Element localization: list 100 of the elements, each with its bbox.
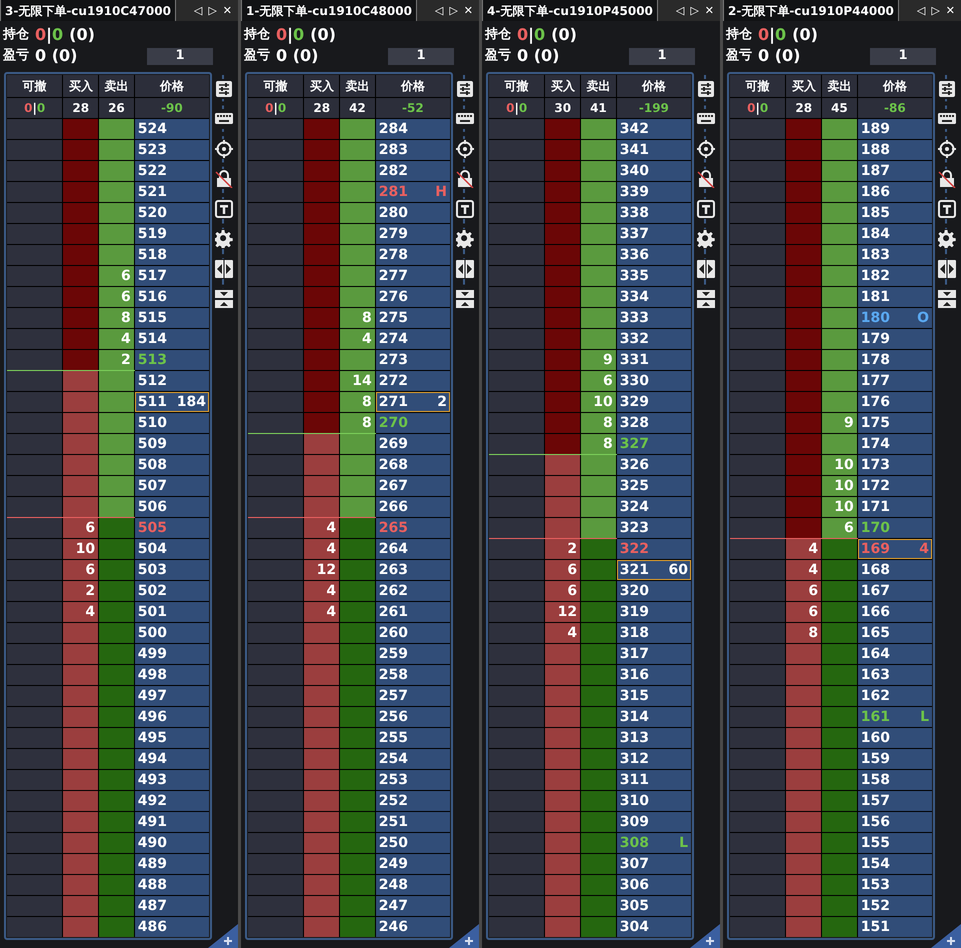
text-icon[interactable] — [456, 200, 474, 218]
price-cell[interactable]: 500 — [134, 623, 209, 643]
buy-cell[interactable] — [786, 791, 822, 811]
buy-cell[interactable]: 6 — [63, 560, 98, 580]
price-cell[interactable]: 338 — [616, 203, 691, 223]
cancel-cell[interactable] — [7, 287, 62, 307]
buy-cell[interactable] — [786, 413, 822, 433]
settings-icon[interactable] — [697, 230, 715, 248]
cancel-cell[interactable] — [489, 266, 544, 286]
price-cell[interactable]: 314 — [616, 707, 691, 727]
cancel-cell[interactable] — [730, 203, 786, 223]
cancel-cell[interactable] — [7, 497, 62, 517]
price-cell[interactable]: 151 — [858, 917, 932, 937]
cancel-cell[interactable] — [248, 308, 304, 328]
sell-cell[interactable] — [340, 161, 375, 181]
sell-cell[interactable] — [99, 434, 134, 454]
price-cell[interactable]: 518 — [134, 245, 209, 265]
price-cell[interactable]: 506 — [134, 497, 209, 517]
price-cell[interactable]: 318 — [616, 623, 691, 643]
price-cell[interactable]: 163 — [858, 665, 932, 685]
cancel-cell[interactable] — [248, 833, 304, 853]
cancel-cell[interactable] — [730, 371, 786, 391]
sell-cell[interactable] — [340, 686, 375, 706]
cancel-cell[interactable] — [489, 245, 544, 265]
price-cell[interactable]: 179 — [858, 329, 932, 349]
buy-cell[interactable] — [786, 896, 822, 916]
price-cell[interactable]: 261 — [376, 602, 450, 622]
cancel-cell[interactable] — [489, 770, 544, 790]
sell-cell[interactable] — [581, 833, 616, 853]
price-cell[interactable]: 498 — [134, 665, 209, 685]
sell-cell[interactable] — [340, 224, 375, 244]
buy-cell[interactable] — [786, 497, 822, 517]
price-cell[interactable]: 336 — [616, 245, 691, 265]
sell-cell[interactable] — [822, 749, 857, 769]
sell-cell[interactable] — [581, 560, 616, 580]
cancel-cell[interactable] — [7, 182, 62, 202]
column-header[interactable]: 价格 — [858, 75, 932, 97]
previous-button[interactable]: ◁ — [434, 5, 444, 16]
buy-cell[interactable] — [63, 413, 98, 433]
cancel-cell[interactable] — [248, 875, 304, 895]
cancel-cell[interactable] — [489, 791, 544, 811]
sell-cell[interactable] — [99, 896, 134, 916]
cancel-cell[interactable] — [7, 581, 62, 601]
quantity-field[interactable]: 1 — [147, 48, 213, 64]
buy-cell[interactable]: 6 — [786, 581, 822, 601]
buy-cell[interactable] — [304, 686, 340, 706]
buy-cell[interactable] — [304, 749, 340, 769]
sell-cell[interactable] — [822, 833, 857, 853]
buy-cell[interactable]: 4 — [786, 539, 822, 559]
sell-cell[interactable] — [581, 623, 616, 643]
buy-cell[interactable] — [63, 182, 98, 202]
buy-cell[interactable] — [63, 161, 98, 181]
sell-cell[interactable] — [340, 644, 375, 664]
cancel-cell[interactable] — [730, 119, 786, 139]
cancel-cell[interactable] — [7, 854, 62, 874]
buy-cell[interactable] — [545, 266, 580, 286]
cancel-cell[interactable] — [489, 833, 544, 853]
add-corner-button[interactable] — [208, 924, 238, 948]
buy-cell[interactable]: 12 — [545, 602, 580, 622]
cancel-cell[interactable] — [248, 413, 304, 433]
buy-cell[interactable] — [304, 644, 340, 664]
crossed-lock-icon[interactable] — [215, 170, 233, 188]
crosshair-icon[interactable] — [697, 140, 715, 158]
buy-cell[interactable] — [545, 644, 580, 664]
previous-button[interactable]: ◁ — [194, 5, 202, 16]
column-header[interactable]: 卖出 — [581, 75, 616, 97]
buy-cell[interactable] — [63, 308, 98, 328]
cancel-cell[interactable] — [248, 455, 304, 475]
price-cell[interactable]: 183 — [858, 245, 932, 265]
buy-cell[interactable] — [304, 770, 340, 790]
sell-cell[interactable] — [822, 791, 857, 811]
buy-cell[interactable] — [545, 854, 580, 874]
buy-cell[interactable] — [304, 161, 340, 181]
sell-cell[interactable] — [340, 791, 375, 811]
column-header[interactable]: 可撤 — [489, 75, 544, 97]
buy-cell[interactable] — [545, 119, 580, 139]
column-header[interactable]: 买入 — [304, 75, 340, 97]
price-cell[interactable]: 521 — [134, 182, 209, 202]
sell-cell[interactable] — [99, 791, 134, 811]
price-cell[interactable]: 167 — [858, 581, 932, 601]
cancel-cell[interactable] — [7, 812, 62, 832]
crossed-lock-icon[interactable] — [697, 170, 715, 188]
buy-cell[interactable] — [63, 434, 98, 454]
buy-cell[interactable] — [545, 728, 580, 748]
cancel-cell[interactable] — [730, 350, 786, 370]
sell-cell[interactable] — [340, 518, 375, 538]
buy-cell[interactable] — [786, 161, 822, 181]
cancel-cell[interactable] — [730, 392, 786, 412]
price-cell[interactable]: 269 — [376, 434, 450, 454]
price-cell[interactable]: 189 — [858, 119, 932, 139]
sell-cell[interactable] — [822, 770, 857, 790]
sell-cell[interactable] — [340, 455, 375, 475]
buy-cell[interactable] — [304, 203, 340, 223]
price-cell[interactable]: 326 — [616, 455, 691, 475]
buy-cell[interactable] — [304, 833, 340, 853]
sell-cell[interactable] — [340, 749, 375, 769]
cancel-cell[interactable] — [730, 812, 786, 832]
price-cell[interactable]: 495 — [134, 728, 209, 748]
sell-cell[interactable] — [340, 581, 375, 601]
buy-cell[interactable] — [545, 140, 580, 160]
